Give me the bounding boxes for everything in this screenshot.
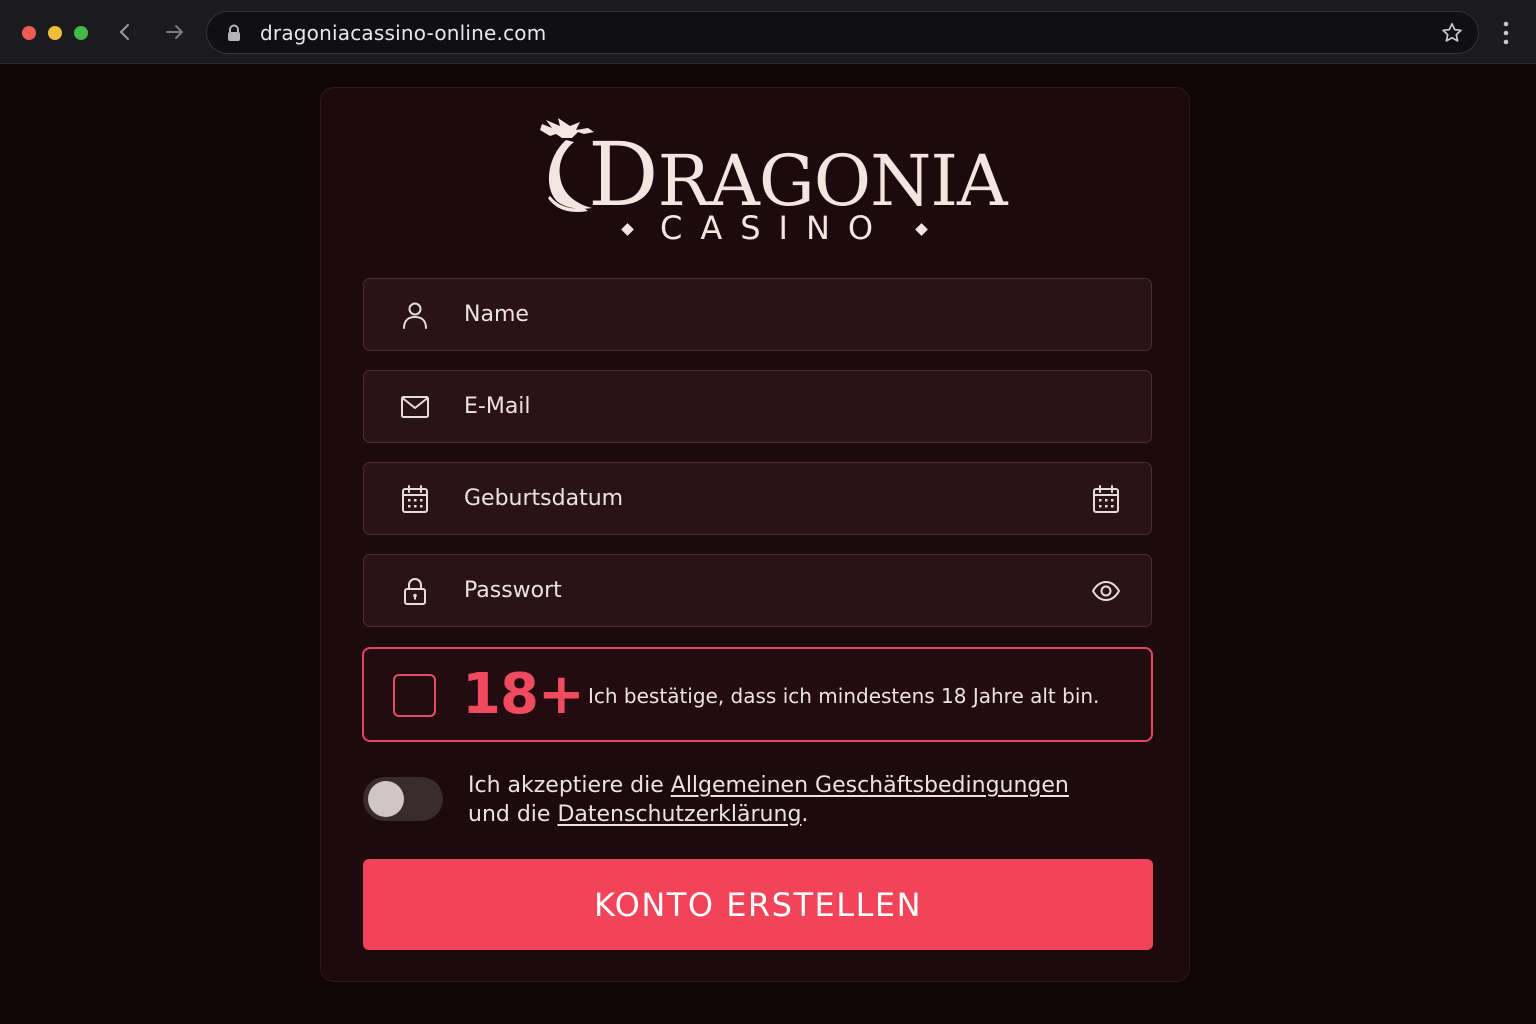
- maximize-window-button[interactable]: [74, 26, 88, 40]
- arrow-right-icon: [166, 25, 183, 39]
- age-badge: 18+: [462, 662, 585, 727]
- chevron-left-icon: [120, 24, 129, 40]
- terms-middle: und die: [468, 802, 558, 827]
- email-placeholder: E-Mail: [464, 394, 531, 419]
- forward-button[interactable]: [161, 18, 189, 46]
- close-window-button[interactable]: [22, 26, 36, 40]
- birthdate-field[interactable]: Geburtsdatum: [363, 462, 1152, 535]
- url-text[interactable]: dragoniacassino-online.com: [260, 21, 546, 45]
- calendar-icon: [402, 485, 428, 513]
- minimize-window-button[interactable]: [48, 26, 62, 40]
- create-account-button[interactable]: KONTO ERSTELLEN: [363, 859, 1153, 950]
- lock-icon: [228, 24, 240, 41]
- padlock-icon: [404, 578, 426, 605]
- calendar-picker-icon[interactable]: [1091, 484, 1121, 514]
- registration-card: DRAGONIA CASINO Name E-Mail Geburtsdatum: [320, 87, 1190, 982]
- back-button[interactable]: [111, 18, 139, 46]
- email-field[interactable]: E-Mail: [363, 370, 1152, 443]
- name-placeholder: Name: [464, 302, 529, 327]
- terms-toggle[interactable]: [363, 777, 443, 821]
- address-bar[interactable]: dragoniacassino-online.com: [206, 11, 1479, 54]
- age-confirmation-text: Ich bestätige, dass ich mindestens 18 Ja…: [588, 684, 1100, 708]
- terms-suffix: .: [801, 802, 809, 827]
- eye-icon[interactable]: [1091, 576, 1121, 606]
- toggle-knob: [368, 781, 404, 817]
- mail-icon: [401, 396, 429, 418]
- password-placeholder: Passwort: [464, 578, 562, 603]
- age-confirmation[interactable]: 18+ Ich bestätige, dass ich mindestens 1…: [362, 647, 1153, 742]
- name-field[interactable]: Name: [363, 278, 1152, 351]
- terms-text: Ich akzeptiere die Allgemeinen Geschäfts…: [468, 771, 1069, 829]
- terms-prefix: Ich akzeptiere die: [468, 773, 671, 798]
- password-field[interactable]: Passwort: [363, 554, 1152, 627]
- terms-link[interactable]: Allgemeinen Geschäftsbedingungen: [671, 773, 1069, 798]
- user-icon: [403, 302, 427, 329]
- logo-subtitle: CASINO: [660, 209, 892, 247]
- logo-title: DRAGONIA: [588, 131, 1008, 219]
- birthdate-placeholder: Geburtsdatum: [464, 486, 624, 511]
- more-vertical-icon[interactable]: [1496, 20, 1516, 46]
- privacy-link[interactable]: Datenschutzerklärung: [557, 802, 801, 827]
- browser-toolbar: dragoniacassino-online.com: [0, 0, 1536, 64]
- age-checkbox[interactable]: [393, 674, 436, 717]
- dragonia-logo: DRAGONIA CASINO: [536, 118, 1008, 248]
- star-icon[interactable]: [1440, 21, 1464, 45]
